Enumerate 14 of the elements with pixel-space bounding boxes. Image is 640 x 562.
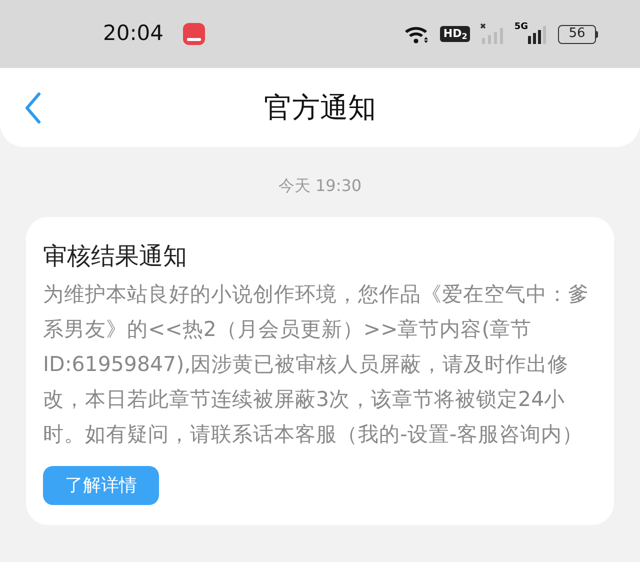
message-time: 今天 19:30 [278, 175, 362, 197]
clock-time: 20:04 [103, 20, 164, 48]
wifi-icon [404, 24, 430, 44]
notice-title: 审核结果通知 [43, 241, 187, 272]
back-icon [24, 92, 42, 124]
signal-icon [480, 23, 504, 45]
notice-body: 为维护本站良好的小说创作环境，您作品《爱在空气中：爹系男友》的<<热2（月会员更新）>>章节内容(章节ID:61959847),因涉黄已被审核人员屏蔽，请及时作出修改，本日若此章节连续被屏蔽3次，该章节将被锁定24小时。如有疑问，请联系话本客服（我的-设置-客服咨询内） [43, 281, 590, 448]
signal-icon [528, 23, 546, 45]
app-icon [182, 23, 205, 45]
battery-indicator: 56 [558, 24, 598, 44]
details-button[interactable]: 了解详情 [43, 466, 159, 505]
hd-badge: HD$_{2}$ [440, 26, 470, 42]
page-title: 官方通知 [264, 90, 376, 126]
network-label: 5G [514, 23, 528, 32]
